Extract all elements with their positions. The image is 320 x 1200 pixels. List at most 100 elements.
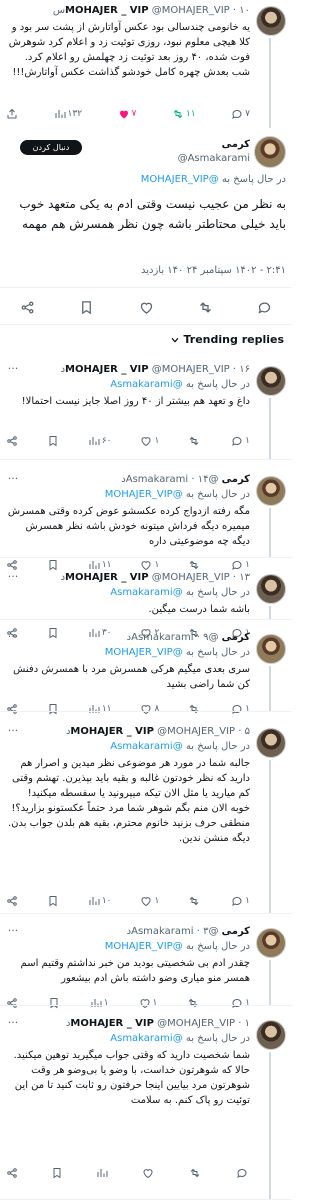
follow-button[interactable]: دنبال کردن — [20, 140, 82, 155]
share-button[interactable] — [6, 108, 18, 120]
divider — [0, 287, 292, 288]
replying-to-mention[interactable]: @MOHAJER_VIP — [105, 647, 183, 658]
reply-author-name[interactable]: MOHAJER _ VIP — [70, 1018, 154, 1029]
reply-button[interactable]: ۱ — [231, 435, 250, 447]
like-button[interactable]: ۷ — [118, 108, 137, 120]
replying-to-mention[interactable]: @Asmakarami — [110, 587, 182, 598]
reply-button[interactable]: ۷ — [231, 108, 250, 120]
reply-avatar[interactable] — [256, 366, 286, 396]
top-tweet[interactable]: MOHAJER _ VIP @MOHAJER_VIP · ۱۰س یه خانو… — [0, 0, 292, 128]
views-button[interactable]: ۱۰ — [88, 895, 112, 907]
reply-author-name[interactable]: MOHAJER _ VIP — [65, 572, 149, 583]
like-icon — [141, 897, 151, 907]
reply-button[interactable]: ۱ — [231, 895, 250, 907]
views-button[interactable]: ۱۳۲ — [54, 108, 82, 120]
replying-to: در حال پاسخ به @MOHAJER_VIP — [6, 647, 250, 658]
main-author-avatar[interactable] — [254, 136, 286, 168]
reply-tweet[interactable]: MOHAJER _ VIP @MOHAJER_VIP · ۵د ··· در ح… — [0, 714, 292, 914]
reply-tweet[interactable]: MOHAJER _ VIP @MOHAJER_VIP · ۱د ··· در ح… — [0, 1006, 292, 1200]
bookmark-icon[interactable] — [79, 300, 94, 315]
share-button[interactable] — [6, 435, 18, 447]
views-button[interactable] — [96, 1167, 110, 1179]
like-button[interactable] — [142, 1167, 156, 1179]
like-button[interactable]: ۱ — [140, 895, 159, 907]
reply-tweet[interactable]: کرمی @Asmakarami · ۱۴د ··· در حال پاسخ ب… — [0, 462, 292, 571]
reply-avatar[interactable] — [256, 476, 286, 506]
reply-author-name[interactable]: کرمی — [222, 926, 250, 937]
trending-replies-label: Trending replies — [183, 333, 285, 346]
reply-count: ۱ — [245, 896, 250, 906]
share-button[interactable] — [6, 895, 18, 907]
reply-avatar[interactable] — [256, 574, 286, 604]
main-author-handle[interactable]: @Asmakarami — [178, 153, 250, 164]
bookmark-button[interactable] — [47, 435, 59, 447]
like-icon[interactable] — [139, 300, 154, 315]
views-button[interactable]: ۶۰ — [88, 435, 112, 447]
replying-to-mention[interactable]: @MOHAJER_VIP — [141, 174, 219, 185]
reply-text: مگه رفته ازدواج کرده عکسشو عوض کرده وقتی… — [7, 506, 250, 547]
retweet-button[interactable] — [189, 1167, 203, 1179]
reply-avatar[interactable] — [256, 928, 286, 958]
heart-icon — [119, 110, 128, 119]
reply-tweet[interactable]: MOHAJER _ VIP @MOHAJER_VIP · ۱۳د ··· در … — [0, 560, 292, 639]
share-icon[interactable] — [20, 300, 35, 315]
share-button[interactable] — [6, 1167, 18, 1179]
reply-icon[interactable] — [257, 300, 272, 315]
replying-to-mention[interactable]: @MOHAJER_VIP — [105, 941, 183, 952]
more-options-icon[interactable]: ··· — [6, 925, 20, 938]
thread-line — [269, 606, 271, 620]
more-options-icon[interactable]: ··· — [6, 363, 20, 376]
author-avatar[interactable] — [256, 6, 286, 36]
more-options-icon[interactable]: ··· — [6, 631, 20, 644]
share-icon — [7, 1168, 17, 1178]
reply-author-handle[interactable]: @MOHAJER_VIP — [157, 1018, 235, 1029]
reply-author-handle[interactable]: @MOHAJER_VIP — [157, 726, 235, 737]
reply-tweet[interactable]: MOHAJER _ VIP @MOHAJER_VIP · ۱۶د ··· در … — [0, 352, 292, 460]
reply-actions: ۶۰ ۱ ۱ — [6, 434, 250, 448]
share-icon — [7, 436, 17, 446]
reply-tweet[interactable]: کرمی @Asmakarami · ۹د ··· در حال پاسخ به… — [0, 620, 292, 715]
replying-to-mention[interactable]: @Asmakarami — [110, 741, 182, 752]
reply-actions: ۱۰ ۱ ۱ — [6, 894, 250, 908]
bookmark-button[interactable] — [47, 895, 59, 907]
more-options-icon[interactable]: ··· — [6, 1017, 20, 1030]
reply-actions — [6, 1166, 250, 1180]
reply-tweet[interactable]: کرمی @Asmakarami · ۳د ··· در حال پاسخ به… — [0, 914, 292, 1009]
reply-author-handle[interactable]: @MOHAJER_VIP — [152, 364, 230, 375]
bookmark-button[interactable] — [51, 1167, 63, 1179]
retweet-button[interactable]: ۱۱ — [172, 108, 196, 120]
retweet-button[interactable] — [188, 895, 202, 907]
reply-author-name[interactable]: MOHAJER _ VIP — [70, 726, 154, 737]
reply-avatar[interactable] — [256, 634, 286, 664]
replying-to-label: در حال پاسخ به — [185, 379, 250, 390]
trending-replies-toggle[interactable]: Trending replies — [170, 333, 285, 346]
main-tweet-timestamp[interactable]: ۲:۴۱ - ۱۴۰۲ سپتامبر ۲۴ ۱۴۰ بازدید — [6, 265, 286, 276]
author-handle[interactable]: @MOHAJER_VIP — [152, 5, 230, 16]
like-count: ۸ — [154, 704, 160, 714]
main-author-name[interactable]: کرمی — [222, 139, 250, 150]
more-options-icon[interactable]: ··· — [6, 473, 20, 486]
like-button[interactable]: ۱ — [140, 435, 159, 447]
like-count: ۷ — [131, 109, 137, 119]
reply-author-name[interactable]: MOHAJER _ VIP — [65, 364, 149, 375]
replying-to-mention[interactable]: @MOHAJER_VIP — [105, 489, 183, 500]
like-count: ۱ — [154, 436, 160, 446]
replying-to-mention[interactable]: @Asmakarami — [110, 379, 182, 390]
thread-line — [269, 960, 271, 1006]
more-options-icon[interactable]: ··· — [6, 725, 20, 738]
tweet-header: MOHAJER _ VIP @MOHAJER_VIP · ۱۰س — [52, 5, 250, 16]
reply-avatar[interactable] — [256, 1020, 286, 1050]
replying-to-mention[interactable]: @Asmakarami — [110, 1033, 182, 1044]
more-options-icon[interactable]: ··· — [6, 571, 20, 584]
share-icon — [7, 108, 17, 119]
reply-avatar[interactable] — [256, 728, 286, 758]
author-name[interactable]: MOHAJER _ VIP — [65, 5, 149, 16]
reply-header: MOHAJER _ VIP @MOHAJER_VIP · ۱۶د — [60, 364, 250, 375]
divider — [0, 711, 292, 712]
retweet-button[interactable] — [188, 435, 202, 447]
reply-author-name[interactable]: کرمی — [222, 632, 250, 643]
reply-author-handle[interactable]: @MOHAJER_VIP — [152, 572, 230, 583]
reply-author-name[interactable]: کرمی — [222, 474, 250, 485]
reply-button[interactable] — [236, 1167, 250, 1179]
retweet-icon[interactable] — [198, 300, 213, 315]
